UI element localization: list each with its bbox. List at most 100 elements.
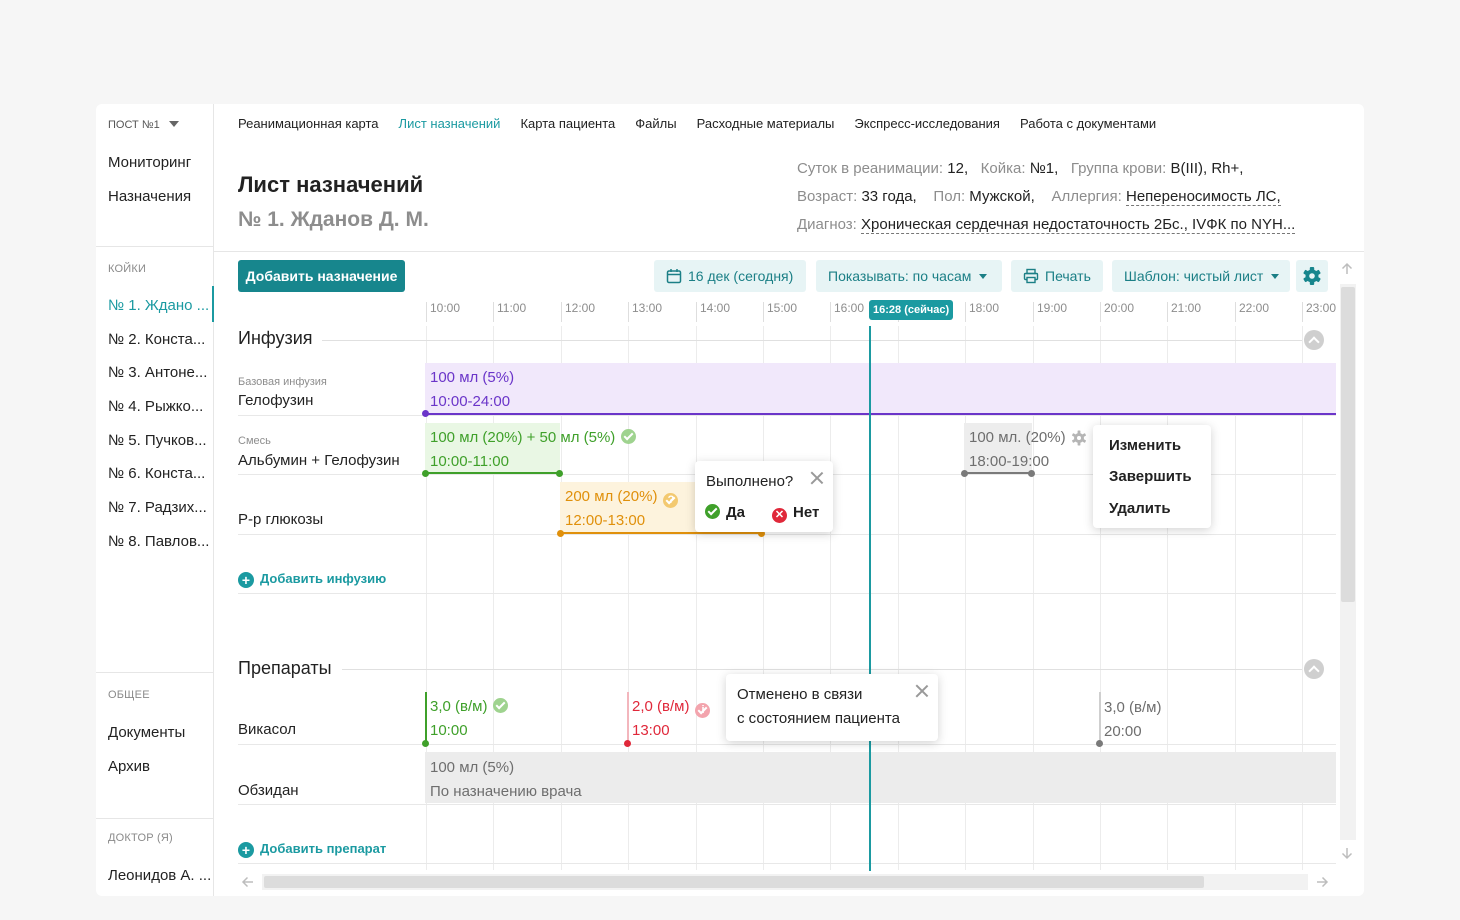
view-mode-label: Показывать: по часам (828, 268, 972, 284)
beds-section: КОЙКИ № 1. Ждано ... № 2. Конста... № 3.… (96, 246, 214, 672)
arrow-up-icon (1341, 262, 1353, 274)
time-tick-label: 10:00 (430, 301, 461, 315)
tab-prescriptions[interactable]: Лист назначений (399, 116, 501, 131)
tab-express-tests[interactable]: Экспресс-исследования (854, 116, 1000, 131)
plus-icon: + (238, 572, 254, 588)
dose-amount[interactable]: 2,0 (в/м) i (632, 698, 711, 718)
current-time-label: 16:28 (сейчас) (869, 300, 954, 320)
sidebar-bed-5[interactable]: № 5. Пучков... (108, 432, 212, 449)
start-dot (557, 530, 564, 537)
check-icon (493, 698, 509, 713)
blood-value: B(III), Rh+, (1170, 160, 1244, 177)
date-label: 16 дек (сегодня) (688, 268, 794, 284)
diagnosis-value[interactable]: Хроническая сердечная недостаточность 2Б… (861, 216, 1296, 234)
sidebar-bed-7[interactable]: № 7. Радзих... (108, 499, 212, 516)
time-tick-label: 16:00 (834, 301, 865, 315)
tab-resuscitation-card[interactable]: Реанимационная карта (238, 116, 379, 131)
post-selector[interactable]: ПОСТ №1 (108, 119, 179, 131)
sidebar-bed-3[interactable]: № 3. Антоне... (108, 364, 212, 381)
sidebar-bed-8[interactable]: № 8. Павлов... (108, 533, 212, 550)
sex-value: Мужской, (969, 188, 1035, 205)
drugs-section-title: Препараты (238, 658, 332, 678)
collapse-infusion-button[interactable] (1304, 330, 1324, 350)
tick-line (763, 302, 764, 322)
gear-icon[interactable] (1070, 429, 1088, 447)
check-icon (705, 504, 720, 519)
bar-time: 18:00-19:00 (969, 453, 1050, 470)
add-prescription-button[interactable]: Добавить назначение (238, 260, 405, 292)
sex-label: Пол: (933, 188, 966, 205)
patient-name: № 1. Жданов Д. М. (238, 208, 429, 231)
close-icon[interactable] (810, 471, 824, 485)
tick-line (426, 302, 427, 322)
close-icon[interactable] (915, 684, 929, 698)
row-type-label: Смесь (238, 435, 271, 447)
dose-time: 13:00 (632, 722, 670, 739)
dose-amount[interactable]: 3,0 (в/м) (1104, 699, 1161, 716)
date-picker-button[interactable]: 16 дек (сегодня) (654, 260, 806, 292)
tick-line (493, 302, 494, 322)
sidebar: ПОСТ №1 Мониторинг Назначения КОЙКИ № 1.… (96, 104, 214, 896)
view-mode-dropdown[interactable]: Показывать: по часам (816, 260, 1002, 292)
add-drug-button[interactable]: + Добавить препарат (238, 841, 386, 858)
tick-line (1033, 302, 1034, 322)
patient-info-line-3: Диагноз: Хроническая сердечная недостато… (797, 216, 1296, 234)
bar-time: По назначению врача (430, 783, 582, 800)
scroll-right-arrow[interactable] (1315, 875, 1329, 889)
row-divider (238, 863, 1336, 864)
yes-label: Да (726, 504, 746, 521)
tab-files[interactable]: Файлы (635, 116, 676, 131)
bar-dose-text: 200 мл (20%) (565, 488, 658, 505)
days-value: 12, (947, 160, 969, 177)
menu-item-finish[interactable]: Завершить (1109, 468, 1192, 485)
row-divider (238, 534, 1336, 535)
menu-item-delete[interactable]: Удалить (1109, 500, 1171, 517)
horizontal-scroll-thumb[interactable] (264, 876, 1204, 888)
template-dropdown[interactable]: Шаблон: чистый лист (1112, 260, 1290, 292)
sidebar-item-monitoring[interactable]: Мониторинг (108, 154, 212, 171)
settings-button[interactable] (1296, 260, 1328, 292)
row-name-vikasol: Викасол (238, 721, 297, 738)
info-icon[interactable]: i (695, 703, 711, 718)
scroll-up-arrow[interactable] (1340, 262, 1354, 276)
sidebar-bed-1[interactable]: № 1. Ждано ... (108, 297, 212, 314)
sidebar-bed-4[interactable]: № 4. Рыжко... (108, 398, 212, 415)
tab-patient-card[interactable]: Карта пациента (520, 116, 615, 131)
question-icon[interactable]: ? (663, 493, 679, 508)
cancel-text-line-2: с состоянием пациента (737, 710, 900, 727)
post-label: ПОСТ №1 (108, 119, 160, 131)
arrow-right-icon (1317, 876, 1329, 888)
scroll-left-arrow[interactable] (241, 875, 255, 889)
sidebar-item-prescriptions[interactable]: Назначения (108, 188, 212, 205)
print-label: Печать (1045, 268, 1091, 284)
infusion-bar-line (425, 413, 1336, 415)
add-infusion-button[interactable]: + Добавить инфузию (238, 571, 386, 588)
print-button[interactable]: Печать (1011, 260, 1103, 292)
start-dot (422, 410, 429, 417)
allergy-value[interactable]: Непереносимость ЛС, (1125, 188, 1281, 206)
sidebar-item-documents[interactable]: Документы (108, 724, 212, 741)
tab-consumables[interactable]: Расходные материалы (697, 116, 835, 131)
collapse-drugs-button[interactable] (1304, 659, 1324, 679)
tick-line (830, 302, 831, 322)
vertical-scroll-thumb[interactable] (1341, 287, 1355, 602)
sidebar-item-archive[interactable]: Архив (108, 758, 212, 775)
time-tick-label: 21:00 (1171, 301, 1202, 315)
tab-documents[interactable]: Работа с документами (1020, 116, 1156, 131)
no-button[interactable]: ✕ Нет (772, 504, 819, 523)
dose-amount[interactable]: 3,0 (в/м) (430, 698, 509, 715)
bar-time: 10:00-11:00 (430, 453, 509, 470)
row-divider (238, 804, 1336, 805)
menu-item-edit[interactable]: Изменить (1109, 437, 1181, 454)
bar-dose: 100 мл (5%) (430, 759, 515, 776)
scroll-down-arrow[interactable] (1340, 846, 1354, 860)
section-divider (342, 669, 1302, 670)
row-type-label: Базовая инфузия (238, 376, 327, 388)
infusion-bar-gelofusin[interactable] (425, 363, 1336, 414)
doctor-name[interactable]: Леонидов А. ... (108, 867, 212, 884)
sidebar-bed-6[interactable]: № 6. Конста... (108, 465, 212, 482)
sidebar-bed-2[interactable]: № 2. Конста... (108, 331, 212, 348)
yes-button[interactable]: Да (705, 504, 745, 521)
time-tick-label: 15:00 (767, 301, 798, 315)
age-value: 33 года, (861, 188, 917, 205)
